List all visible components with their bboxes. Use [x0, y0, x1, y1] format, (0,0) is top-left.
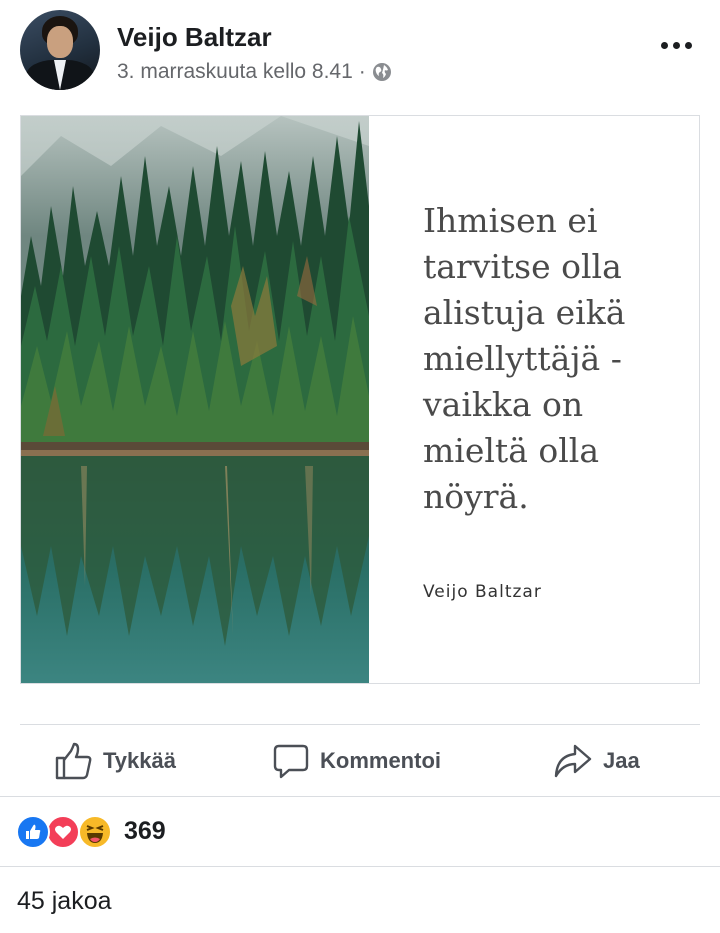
like-reaction-icon [16, 815, 50, 849]
share-arrow-icon [554, 744, 592, 778]
reactions-summary[interactable]: 369 [0, 797, 720, 866]
share-button[interactable]: Jaa [553, 726, 640, 796]
haha-reaction-icon [78, 815, 112, 849]
more-options-icon [660, 41, 668, 49]
meta-separator: · [358, 60, 366, 83]
comment-button[interactable]: Kommentoi [272, 726, 441, 796]
reaction-icons [16, 815, 116, 849]
author-avatar[interactable] [20, 10, 100, 90]
like-button[interactable]: Tykkää [53, 726, 176, 796]
share-label: Jaa [603, 748, 640, 773]
thumbs-up-icon [55, 742, 92, 780]
action-bar: Tykkää Kommentoi Jaa [0, 726, 720, 796]
comment-icon [273, 744, 309, 779]
quote-panel: Ihmisen ei tarvitse olla alistuja eikä m… [369, 116, 699, 683]
post-image[interactable]: Ihmisen ei tarvitse olla alistuja eikä m… [20, 115, 700, 684]
quote-author: Veijo Baltzar [423, 582, 542, 602]
author-name[interactable]: Veijo Baltzar [117, 22, 272, 53]
more-options-button[interactable] [652, 30, 700, 60]
reaction-count: 369 [124, 817, 166, 845]
quote-text: Ihmisen ei tarvitse olla alistuja eikä m… [423, 201, 626, 516]
globe-icon [372, 62, 392, 82]
post-timestamp[interactable]: 3. marraskuuta kello 8.41 [117, 60, 353, 84]
divider [20, 724, 700, 725]
comment-label: Kommentoi [320, 748, 441, 773]
post-header: Veijo Baltzar 3. marraskuuta kello 8.41 … [0, 0, 720, 105]
post-meta: 3. marraskuuta kello 8.41 · [117, 60, 392, 84]
like-label: Tykkää [103, 748, 176, 773]
love-reaction-icon [46, 815, 80, 849]
shares-row: 45 jakoa [0, 867, 720, 933]
forest-lake-photo [21, 116, 369, 683]
shares-count[interactable]: 45 jakoa [17, 887, 112, 916]
